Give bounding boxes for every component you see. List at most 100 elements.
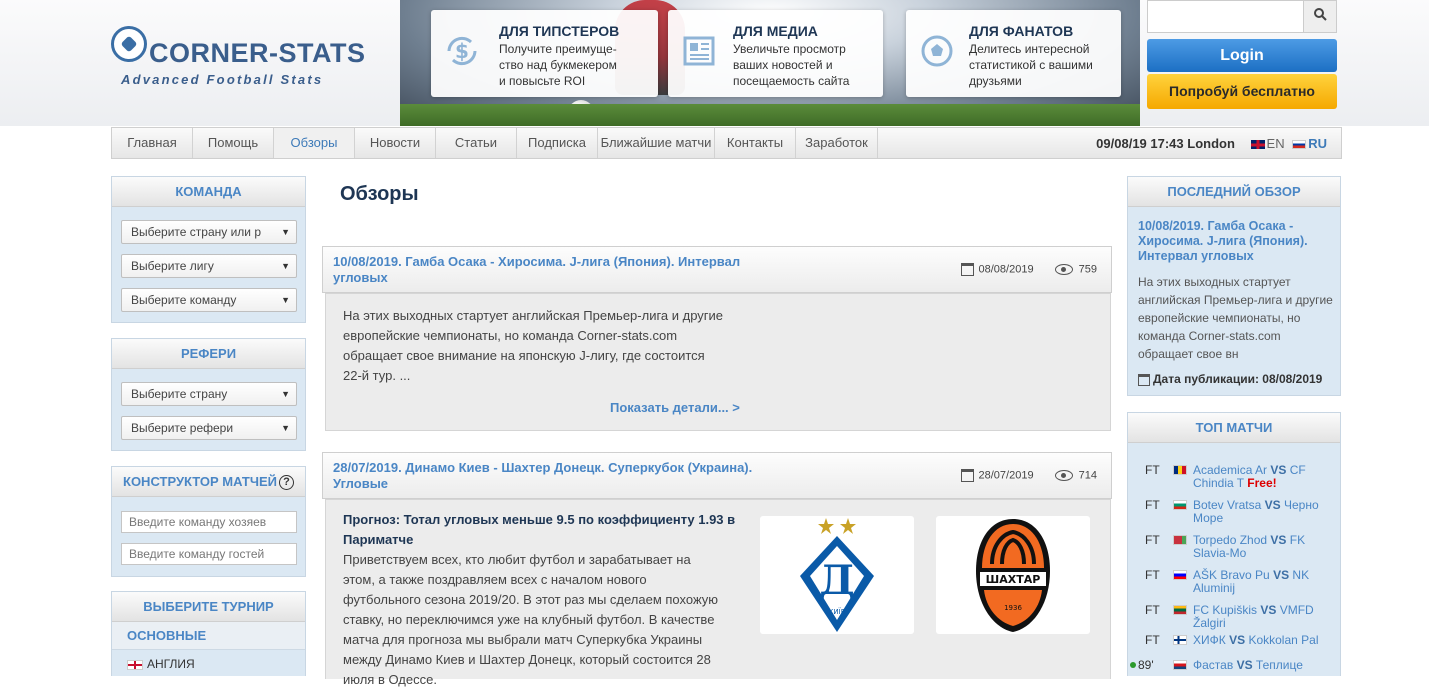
- match-builder-title: КОНСТРУКТОР МАТЧЕЙ?: [112, 467, 305, 497]
- match-teams[interactable]: ХИФК VS Kokkolan Pal: [1193, 634, 1328, 647]
- svg-text:КИЇВ: КИЇВ: [828, 607, 845, 616]
- promo-title: ДЛЯ ФАНАТОВ: [969, 23, 1074, 39]
- nav-help[interactable]: Помощь: [193, 128, 274, 158]
- nav-news[interactable]: Новости: [355, 128, 436, 158]
- newspaper-icon: [680, 32, 718, 70]
- match-teams[interactable]: FC Kupiškis VS VMFD Žalgiri: [1193, 604, 1328, 630]
- help-icon[interactable]: ?: [278, 475, 294, 491]
- nav-subscription[interactable]: Подписка: [517, 128, 598, 158]
- referee-filter-title: РЕФЕРИ: [112, 339, 305, 369]
- latest-review-box: ПОСЛЕДНИЙ ОБЗОР 10/08/2019. Гамба Осака …: [1127, 176, 1341, 396]
- team-filter-title: КОМАНДА: [112, 177, 305, 207]
- article-meta: 28/07/2019 714: [960, 469, 1097, 482]
- league-select[interactable]: Выберите лигу ▼: [121, 254, 297, 278]
- lang-ru-link[interactable]: RU: [1308, 136, 1327, 151]
- away-team-input[interactable]: Введите команду гостей: [121, 543, 297, 565]
- svg-text:ШАХТАР: ШАХТАР: [986, 573, 1041, 586]
- article-excerpt: Прогноз: Тотал угловых меньше 9.5 по коэ…: [343, 510, 743, 690]
- country-flag-icon: [1173, 635, 1187, 645]
- tournament-england[interactable]: АНГЛИЯ: [112, 650, 305, 678]
- svg-text:1936: 1936: [1004, 604, 1022, 612]
- article-header: 10/08/2019. Гамба Осака - Хиросима. J-ли…: [322, 246, 1112, 293]
- match-status: 89': [1138, 658, 1154, 672]
- latest-review-content: 10/08/2019. Гамба Осака - Хиросима. J-ли…: [1128, 208, 1340, 395]
- dropdown-arrow-icon: ▼: [281, 227, 290, 237]
- top-matches-title: ТОП МАТЧИ: [1128, 413, 1340, 443]
- country-flag-icon: [1173, 465, 1187, 475]
- article-title-link[interactable]: 10/08/2019. Гамба Осака - Хиросима. J-ли…: [333, 254, 773, 286]
- try-free-button[interactable]: Попробуй бесплатно: [1147, 74, 1337, 109]
- tournament-title: ВЫБЕРИТЕ ТУРНИР: [112, 592, 305, 622]
- match-status: FT: [1145, 463, 1160, 477]
- search-icon: [1313, 8, 1327, 21]
- calendar-icon: [1138, 373, 1150, 386]
- logo-tagline: Advanced Football Stats: [121, 72, 324, 87]
- england-flag-icon: [127, 659, 143, 670]
- nav-earnings[interactable]: Заработок: [796, 128, 878, 158]
- home-team-input[interactable]: Введите команду хозяев: [121, 511, 297, 533]
- nav-reviews[interactable]: Обзоры: [274, 128, 355, 158]
- calendar-icon: [960, 469, 974, 482]
- article-body: На этих выходных стартует английская Пре…: [325, 293, 1111, 431]
- country-flag-icon: [1173, 660, 1187, 670]
- football-icon: [918, 32, 956, 70]
- article-views: 759: [1078, 263, 1097, 276]
- search-box: [1147, 0, 1337, 33]
- main-nav: Главная Помощь Обзоры Новости Статьи Под…: [111, 127, 1342, 159]
- article-title-link[interactable]: 28/07/2019. Динамо Киев - Шахтер Донецк.…: [333, 460, 773, 492]
- latest-review-date: Дата публикации: 08/08/2019: [1138, 372, 1322, 386]
- match-teams[interactable]: Botev Vratsa VS Черно Море: [1193, 499, 1328, 525]
- logo-ball-icon: [111, 26, 147, 62]
- match-status: FT: [1145, 568, 1160, 582]
- promo-description: Делитесь интересной статистикой с вашими д…: [969, 42, 1093, 88]
- nav-articles[interactable]: Статьи: [436, 128, 517, 158]
- free-badge: Free!: [1247, 476, 1277, 490]
- dropdown-arrow-icon: ▼: [281, 261, 290, 271]
- tournament-box: ВЫБЕРИТЕ ТУРНИР ОСНОВНЫЕ АНГЛИЯ: [111, 591, 306, 676]
- match-teams[interactable]: AŠK Bravo Pu VS NK Aluminij: [1193, 569, 1328, 595]
- article-excerpt: На этих выходных стартует английская Пре…: [343, 308, 724, 383]
- match-teams[interactable]: Фастав VS Теплице: [1193, 659, 1328, 672]
- match-status: FT: [1145, 498, 1160, 512]
- match-teams[interactable]: Academica Ar VS CF Chindia T Free!: [1193, 464, 1328, 490]
- nav-contacts[interactable]: Контакты: [715, 128, 796, 158]
- promo-tipsters[interactable]: $ ДЛЯ ТИПСТЕРОВ Получите преимуще-ство н…: [431, 10, 658, 97]
- match-builder-box: КОНСТРУКТОР МАТЧЕЙ? Введите команду хозя…: [111, 466, 306, 577]
- nav-home[interactable]: Главная: [112, 128, 193, 158]
- referee-country-select[interactable]: Выберите страну ▼: [121, 382, 297, 406]
- latest-review-link[interactable]: 10/08/2019. Гамба Осака - Хиросима. J-ли…: [1138, 219, 1328, 264]
- svg-text:Д: Д: [819, 557, 855, 604]
- article-meta: 08/08/2019 759: [960, 263, 1097, 276]
- article-header: 28/07/2019. Динамо Киев - Шахтер Донецк.…: [322, 452, 1112, 499]
- search-button[interactable]: [1303, 1, 1336, 32]
- search-input[interactable]: [1148, 1, 1304, 32]
- match-teams[interactable]: Torpedo Zhod VS FK Slavia-Mo: [1193, 534, 1328, 560]
- dynamo-kyiv-logo: Д КИЇВ: [760, 516, 914, 634]
- promo-fans[interactable]: ДЛЯ ФАНАТОВ Делитесь интересной статистик…: [906, 10, 1121, 97]
- match-status: FT: [1145, 633, 1160, 647]
- eye-icon: [1054, 470, 1073, 481]
- dropdown-arrow-icon: ▼: [281, 389, 290, 399]
- tournament-group-main[interactable]: ОСНОВНЫЕ: [112, 622, 305, 650]
- eye-icon: [1054, 264, 1073, 275]
- current-datetime: 09/08/19 17:43 London: [1096, 136, 1235, 151]
- referee-filter-box: РЕФЕРИ Выберите страну ▼ Выберите рефери ▼: [111, 338, 306, 451]
- dropdown-arrow-icon: ▼: [281, 295, 290, 305]
- promo-description: Получите преимуще-ство над букмекером и п…: [499, 42, 617, 88]
- promo-description: Увеличьте просмотр ваших новостей и посеща…: [733, 42, 850, 88]
- team-country-select[interactable]: Выберите страну или р ▼: [121, 220, 297, 244]
- lang-en-link[interactable]: EN: [1267, 136, 1285, 151]
- team-filter-box: КОМАНДА Выберите страну или р ▼ Выберите …: [111, 176, 306, 323]
- nav-right: 09/08/19 17:43 London EN RU: [1096, 128, 1327, 158]
- country-flag-icon: [1173, 500, 1187, 510]
- team-select[interactable]: Выберите команду ▼: [121, 288, 297, 312]
- site-logo[interactable]: CORNER-STATS Advanced Football Stats: [111, 24, 381, 90]
- promo-media[interactable]: ДЛЯ МЕДИА Увеличьте просмотр ваших новост…: [668, 10, 883, 97]
- latest-review-title: ПОСЛЕДНИЙ ОБЗОР: [1128, 177, 1340, 207]
- login-button[interactable]: Login: [1147, 39, 1337, 72]
- match-status: FT: [1145, 603, 1160, 617]
- show-details-link[interactable]: Показать детали... >: [610, 400, 740, 415]
- referee-select[interactable]: Выберите рефери ▼: [121, 416, 297, 440]
- nav-upcoming-matches[interactable]: Ближайшие матчи: [598, 128, 715, 158]
- forecast-text: Прогноз: Тотал угловых меньше 9.5 по коэ…: [343, 512, 736, 527]
